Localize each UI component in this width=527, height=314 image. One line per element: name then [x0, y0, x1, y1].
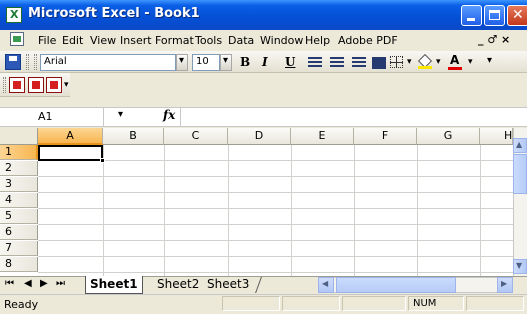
- status-panel: [342, 296, 406, 311]
- column-header-a[interactable]: A: [38, 128, 103, 145]
- menu-view[interactable]: View: [90, 34, 116, 47]
- status-panel: [222, 296, 280, 311]
- gridline: [38, 256, 513, 257]
- font-color-dropdown-icon[interactable]: ▾: [468, 57, 473, 67]
- menu-format[interactable]: Format: [155, 34, 194, 47]
- menu-tools[interactable]: Tools: [195, 34, 222, 47]
- num-lock-indicator: NUM: [413, 298, 437, 309]
- status-text: Ready: [4, 298, 39, 311]
- fill-handle[interactable]: [100, 158, 105, 163]
- pdf-toolbar-options-icon[interactable]: ▾: [64, 80, 69, 90]
- convert-and-review-icon[interactable]: [46, 77, 62, 93]
- row-header-5[interactable]: 5: [0, 209, 38, 224]
- gridline: [38, 272, 513, 273]
- column-header-e[interactable]: E: [291, 128, 354, 145]
- name-box-dropdown-icon[interactable]: ▾: [118, 109, 123, 120]
- document-window-controls[interactable]: _ ♂ ×: [478, 33, 510, 46]
- insert-function-icon[interactable]: fx: [163, 108, 175, 122]
- menu-insert[interactable]: Insert: [120, 34, 152, 47]
- row-header-3[interactable]: 3: [0, 177, 38, 192]
- row-header-4[interactable]: 4: [0, 193, 38, 208]
- column-header-g[interactable]: G: [417, 128, 480, 145]
- toolbar-options-icon[interactable]: ▾: [487, 55, 492, 66]
- status-panel: [466, 296, 524, 311]
- align-right-icon[interactable]: [352, 57, 366, 69]
- align-left-icon[interactable]: [308, 57, 322, 69]
- toolbar-grip[interactable]: [3, 77, 6, 93]
- column-header-c[interactable]: C: [164, 128, 228, 145]
- column-header-b[interactable]: B: [103, 128, 164, 145]
- font-name-input[interactable]: Arial: [40, 54, 176, 71]
- bold-button[interactable]: B: [240, 55, 250, 69]
- italic-button[interactable]: I: [262, 55, 268, 69]
- tab-sheet3[interactable]: Sheet3: [203, 276, 253, 294]
- menu-edit[interactable]: Edit: [62, 34, 83, 47]
- horizontal-scroll-thumb[interactable]: [336, 277, 456, 293]
- row-header-7[interactable]: 7: [0, 241, 38, 256]
- gridline: [38, 176, 513, 177]
- scroll-right-icon[interactable]: [497, 277, 513, 293]
- column-header-f[interactable]: F: [354, 128, 417, 145]
- active-cell-a1[interactable]: [38, 145, 103, 161]
- scroll-left-icon[interactable]: [318, 277, 334, 293]
- font-color-icon[interactable]: A: [450, 53, 459, 67]
- convert-and-email-icon[interactable]: [28, 77, 44, 93]
- name-box[interactable]: A1: [0, 108, 104, 126]
- column-header-d[interactable]: D: [228, 128, 291, 145]
- gridline: [38, 192, 513, 193]
- scroll-down-icon[interactable]: [513, 259, 527, 274]
- font-size-dropdown-icon[interactable]: [220, 54, 232, 71]
- status-panel: [282, 296, 340, 311]
- formula-input[interactable]: [180, 108, 527, 126]
- save-icon[interactable]: [5, 54, 21, 70]
- font-size-input[interactable]: 10: [192, 54, 220, 71]
- row-header-8[interactable]: 8: [0, 257, 38, 272]
- menu-window[interactable]: Window: [260, 34, 303, 47]
- gridline: [38, 224, 513, 225]
- document-icon[interactable]: [10, 32, 24, 46]
- align-center-icon[interactable]: [330, 57, 344, 69]
- merge-center-icon[interactable]: [372, 57, 386, 69]
- minimize-button[interactable]: [461, 5, 482, 26]
- fill-color-dropdown-icon[interactable]: ▾: [436, 57, 441, 67]
- close-button[interactable]: [507, 5, 527, 26]
- column-header-h[interactable]: H: [480, 128, 513, 145]
- menu-data[interactable]: Data: [228, 34, 254, 47]
- borders-icon[interactable]: [390, 56, 403, 68]
- menu-file[interactable]: File: [38, 34, 56, 47]
- maximize-button[interactable]: [484, 5, 505, 26]
- previous-sheet-icon[interactable]: ◀: [24, 278, 32, 289]
- vertical-scroll-thumb[interactable]: [513, 154, 527, 194]
- row-header-2[interactable]: 2: [0, 161, 38, 176]
- last-sheet-icon[interactable]: ⏭: [56, 278, 65, 289]
- underline-button[interactable]: U: [285, 55, 295, 69]
- next-sheet-icon[interactable]: ▶: [40, 278, 48, 289]
- borders-dropdown-icon[interactable]: ▾: [407, 57, 412, 67]
- font-name-dropdown-icon[interactable]: [176, 54, 188, 71]
- toolbar-grip[interactable]: [34, 54, 37, 70]
- fill-color-icon[interactable]: [418, 55, 432, 69]
- first-sheet-icon[interactable]: ⏮: [5, 278, 14, 289]
- gridline: [38, 208, 513, 209]
- font-color-swatch: [448, 67, 462, 70]
- menu-adobe-pdf[interactable]: Adobe PDF: [338, 34, 398, 47]
- tab-sheet1[interactable]: Sheet1: [85, 276, 143, 294]
- excel-app-icon[interactable]: [6, 7, 22, 23]
- select-all-corner[interactable]: [0, 128, 38, 145]
- menu-help[interactable]: Help: [305, 34, 330, 47]
- scroll-up-icon[interactable]: [513, 138, 527, 153]
- convert-to-pdf-icon[interactable]: [9, 77, 25, 93]
- window-title: Microsoft Excel - Book1: [28, 6, 200, 21]
- row-header-6[interactable]: 6: [0, 225, 38, 240]
- gridline: [38, 160, 513, 161]
- row-header-1[interactable]: 1: [0, 145, 38, 160]
- gridline: [38, 240, 513, 241]
- tab-sheet2[interactable]: Sheet2: [153, 276, 203, 294]
- toolbar-grip[interactable]: [26, 54, 29, 70]
